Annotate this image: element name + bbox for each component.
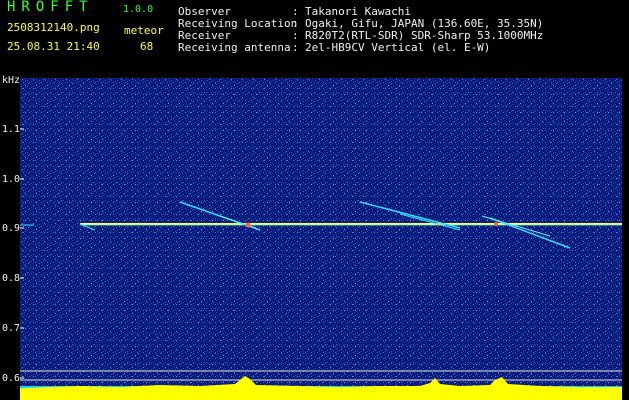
antenna-sep: :: [292, 41, 299, 54]
noise-speckle: [20, 78, 622, 400]
y-axis-unit: kHz: [2, 75, 21, 86]
hrofft-window: HROFFT 1.0.0 2508312140.png meteor 25.08…: [0, 0, 629, 400]
echo-head: [438, 222, 442, 226]
y-tick: 0.6: [2, 373, 21, 384]
spectrogram-waterfall: [20, 78, 622, 400]
app-version: 1.0.0: [123, 4, 154, 15]
y-tick: 0.9: [2, 223, 21, 234]
antenna-label: Receiving antenna: [178, 41, 291, 54]
band-amplitude: [20, 376, 622, 400]
meteor-label: meteor: [124, 24, 164, 37]
echo-head: [494, 222, 498, 226]
y-tick: 1.0: [2, 174, 21, 185]
app-title: HROFFT: [7, 0, 94, 15]
file-name: 2508312140.png: [7, 21, 100, 34]
y-tick: 0.7: [2, 323, 21, 334]
header-panel: HROFFT 1.0.0 2508312140.png meteor 25.08…: [0, 0, 629, 74]
antenna-value: 2el-HB9CV Vertical (el. E-W): [305, 41, 491, 54]
echo-head: [245, 222, 251, 228]
spectrogram-plot: [20, 78, 622, 400]
y-tick: 0.8: [2, 273, 21, 284]
date-time: 25.08.31 21:40: [7, 40, 100, 53]
y-tick: 1.1: [2, 124, 21, 135]
meteor-count: 68: [140, 40, 154, 53]
amplitude-band: [20, 376, 622, 400]
